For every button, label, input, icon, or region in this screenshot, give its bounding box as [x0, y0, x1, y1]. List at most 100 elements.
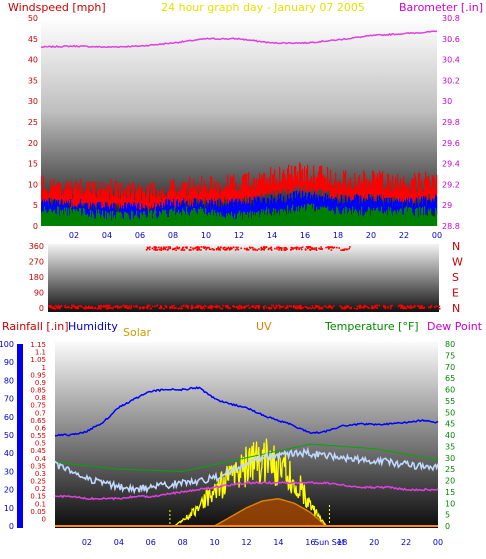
direction-point — [51, 306, 53, 309]
rainfall-tick-label: 0.3 — [35, 470, 46, 478]
direction-point — [346, 248, 349, 251]
weather-graph: Windspeed [mph] 24 hour graph day - Janu… — [0, 0, 486, 555]
direction-point — [349, 246, 351, 248]
direction-point — [248, 307, 251, 309]
direction-point — [196, 247, 199, 249]
direction-point — [296, 307, 299, 310]
direction-point — [429, 307, 431, 309]
direction-point — [333, 246, 336, 249]
direction-point — [192, 248, 195, 251]
direction-point — [65, 307, 68, 309]
temperature-axis-ticks: 0 5 10 15 20 25 30 35 40 45 50 55 60 65 70 75 80 — [445, 340, 455, 531]
direction-point — [343, 248, 346, 250]
direction-point — [359, 304, 361, 307]
direction-tick-label: 90 — [34, 289, 44, 298]
direction-point — [265, 246, 268, 249]
direction-point — [81, 306, 83, 308]
wind-gust-bar — [436, 174, 438, 196]
hour-tick-label: 18 — [337, 538, 347, 547]
direction-point — [349, 307, 351, 310]
hour-tick-label: 10 — [209, 538, 219, 547]
direction-point — [215, 248, 218, 250]
direction-point — [202, 246, 205, 248]
hour-tick-label: 08 — [178, 538, 188, 547]
direction-point — [175, 307, 177, 309]
direction-point — [335, 246, 338, 249]
direction-point — [196, 249, 198, 251]
direction-point — [176, 246, 178, 248]
direction-point — [240, 306, 242, 308]
direction-point — [258, 306, 261, 309]
rainfall-tick-label: 1 — [42, 364, 46, 372]
direction-point — [85, 305, 87, 308]
direction-point — [146, 307, 149, 310]
direction-point — [142, 307, 145, 310]
direction-point — [294, 305, 297, 308]
direction-point — [237, 248, 240, 251]
hour-tick-label: 22 — [401, 538, 411, 547]
direction-point — [311, 305, 314, 307]
direction-point — [112, 306, 115, 308]
direction-point — [277, 246, 280, 248]
direction-point — [356, 308, 358, 310]
direction-point — [290, 246, 293, 249]
direction-point — [151, 247, 154, 250]
direction-point — [59, 306, 62, 308]
rainfall-tick-label: 0.25 — [30, 478, 46, 486]
hour-tick-label: 22 — [399, 231, 409, 240]
windspeed-tick-label: 0 — [33, 222, 38, 231]
direction-point — [187, 307, 189, 310]
direction-point — [247, 304, 250, 307]
rainfall-tick-label: 0.6 — [35, 424, 47, 432]
direction-point — [321, 248, 323, 250]
direction-point — [318, 305, 320, 308]
direction-point — [249, 247, 252, 249]
hour-tick-label: 04 — [114, 538, 124, 547]
windspeed-tick-label: 35 — [28, 76, 38, 85]
direction-point — [421, 306, 423, 308]
direction-point — [278, 249, 280, 251]
direction-point — [87, 307, 89, 309]
direction-point — [119, 307, 121, 309]
chart-title: 24 hour graph day - January 07 2005 — [161, 1, 365, 14]
temperature-tick-label: 15 — [445, 488, 455, 497]
direction-point — [210, 307, 213, 309]
direction-point — [198, 246, 200, 249]
humidity-tick-label: 20 — [4, 486, 14, 495]
direction-point — [159, 248, 161, 251]
hour-tick-label: 00 — [432, 231, 442, 240]
windspeed-tick-label: 40 — [28, 56, 38, 65]
rainfall-tick-label: 0.35 — [30, 462, 46, 470]
direction-point — [56, 307, 59, 309]
direction-point — [98, 306, 100, 308]
direction-point — [183, 249, 186, 251]
direction-point — [269, 307, 271, 310]
direction-point — [52, 306, 55, 308]
direction-tick-label: 0 — [39, 304, 44, 313]
direction-point — [417, 305, 420, 307]
rainfall-tick-label: 0.75 — [30, 402, 46, 410]
direction-point — [164, 248, 166, 250]
direction-point — [347, 305, 349, 307]
direction-point — [111, 307, 114, 310]
direction-point — [358, 307, 361, 309]
direction-point — [156, 249, 159, 251]
direction-point — [160, 249, 163, 251]
wind-gust-bar — [336, 182, 338, 195]
direction-point — [383, 306, 385, 308]
compass-label: E — [452, 287, 459, 300]
direction-point — [222, 304, 224, 307]
direction-point — [315, 306, 317, 308]
direction-point — [258, 248, 260, 250]
direction-point — [100, 308, 102, 310]
direction-point — [252, 249, 254, 251]
direction-point — [252, 306, 255, 308]
direction-point — [250, 305, 253, 308]
direction-point — [167, 246, 170, 248]
direction-point — [84, 307, 86, 310]
direction-point — [368, 307, 370, 309]
direction-point — [279, 307, 281, 310]
direction-point — [387, 307, 389, 309]
uv-label: UV — [256, 320, 272, 333]
top-left-axis-label: Windspeed [mph] — [8, 1, 106, 14]
